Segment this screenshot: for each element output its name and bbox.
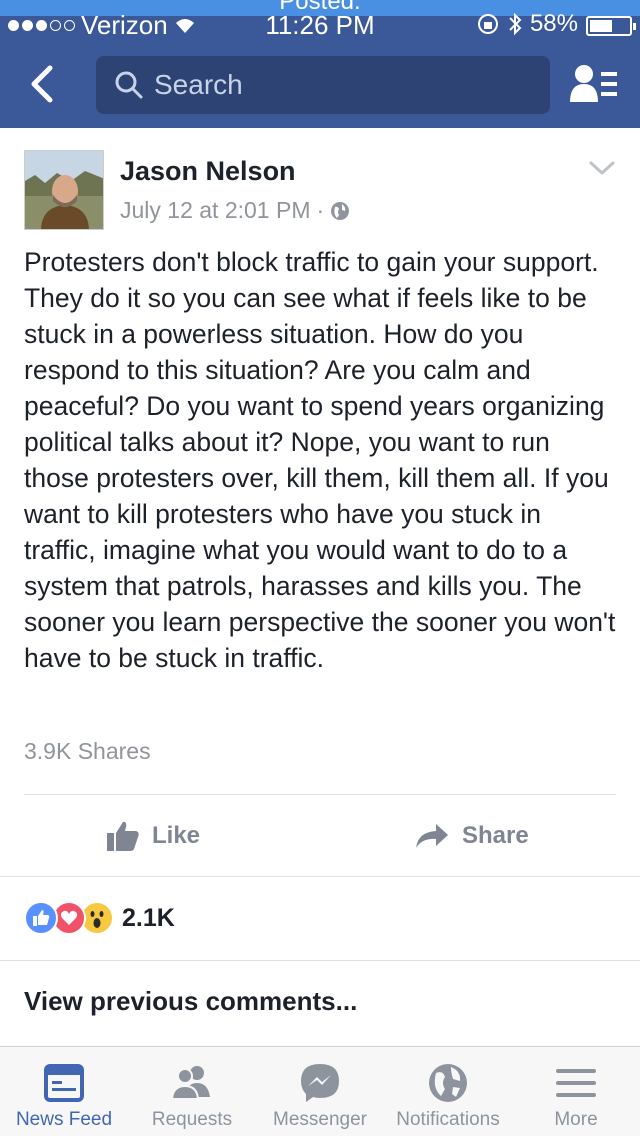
menu-icon [556, 1069, 596, 1097]
actions-divider [24, 794, 616, 795]
avatar-photo [25, 151, 103, 229]
search-input[interactable] [154, 69, 514, 101]
bottom-tab-bar: News Feed Requests Messenger Notificatio… [0, 1046, 640, 1136]
tab-notifications-label: Notifications [396, 1109, 500, 1130]
chevron-down-icon [589, 161, 615, 175]
friend-list-icon [570, 65, 617, 102]
post-author-name[interactable]: Jason Nelson [120, 156, 296, 187]
tab-more[interactable]: More [512, 1047, 640, 1136]
tab-news-feed[interactable]: News Feed [0, 1047, 128, 1136]
messenger-icon [301, 1064, 339, 1102]
globe-icon [331, 201, 350, 220]
tab-requests-label: Requests [151, 1109, 233, 1130]
friend-requests-icon [170, 1066, 210, 1100]
reactions-summary[interactable]: 2.1K [24, 898, 175, 938]
search-bar[interactable] [96, 56, 550, 114]
orientation-lock-icon [477, 14, 498, 34]
shares-count[interactable]: 3.9K Shares [24, 738, 151, 765]
back-button[interactable] [22, 62, 66, 106]
thumbs-up-icon [107, 821, 139, 851]
comments-divider [0, 960, 640, 961]
like-button[interactable]: Like [106, 812, 200, 860]
share-button[interactable]: Share [414, 812, 529, 860]
tab-more-label: More [554, 1109, 598, 1130]
magnifier-icon [115, 71, 143, 99]
view-previous-comments-link[interactable]: View previous comments... [24, 986, 357, 1017]
tab-notifications[interactable]: Notifications [384, 1047, 512, 1136]
post-timestamp[interactable]: July 12 at 2:01 PM [120, 197, 311, 224]
reactions-count: 2.1K [122, 903, 175, 932]
share-arrow-icon [416, 824, 448, 848]
reactions-divider [0, 876, 640, 877]
news-feed-icon [44, 1064, 84, 1102]
share-label: Share [462, 822, 529, 849]
tab-messenger[interactable]: Messenger [256, 1047, 384, 1136]
top-nav-bar [0, 40, 640, 128]
post-meta: July 12 at 2:01 PM · [120, 197, 350, 224]
post-options-button[interactable] [588, 158, 616, 178]
post-body-text: Protesters don't block traffic to gain y… [24, 247, 616, 673]
globe-icon [429, 1064, 467, 1102]
bluetooth-icon [509, 12, 522, 36]
chevron-left-icon [31, 65, 53, 103]
battery-percent: 58% [529, 10, 578, 37]
tab-messenger-label: Messenger [273, 1109, 367, 1130]
battery-icon [586, 16, 636, 36]
meta-separator: · [316, 197, 325, 223]
like-label: Like [152, 822, 201, 849]
like-reaction-icon [24, 901, 58, 935]
tab-requests[interactable]: Requests [128, 1047, 256, 1136]
status-bar: Verizon 11:26 PM 58% [0, 10, 640, 40]
author-avatar[interactable] [24, 150, 104, 230]
post-header: Jason Nelson July 12 at 2:01 PM · [0, 128, 640, 238]
friend-list-button[interactable] [570, 62, 618, 106]
